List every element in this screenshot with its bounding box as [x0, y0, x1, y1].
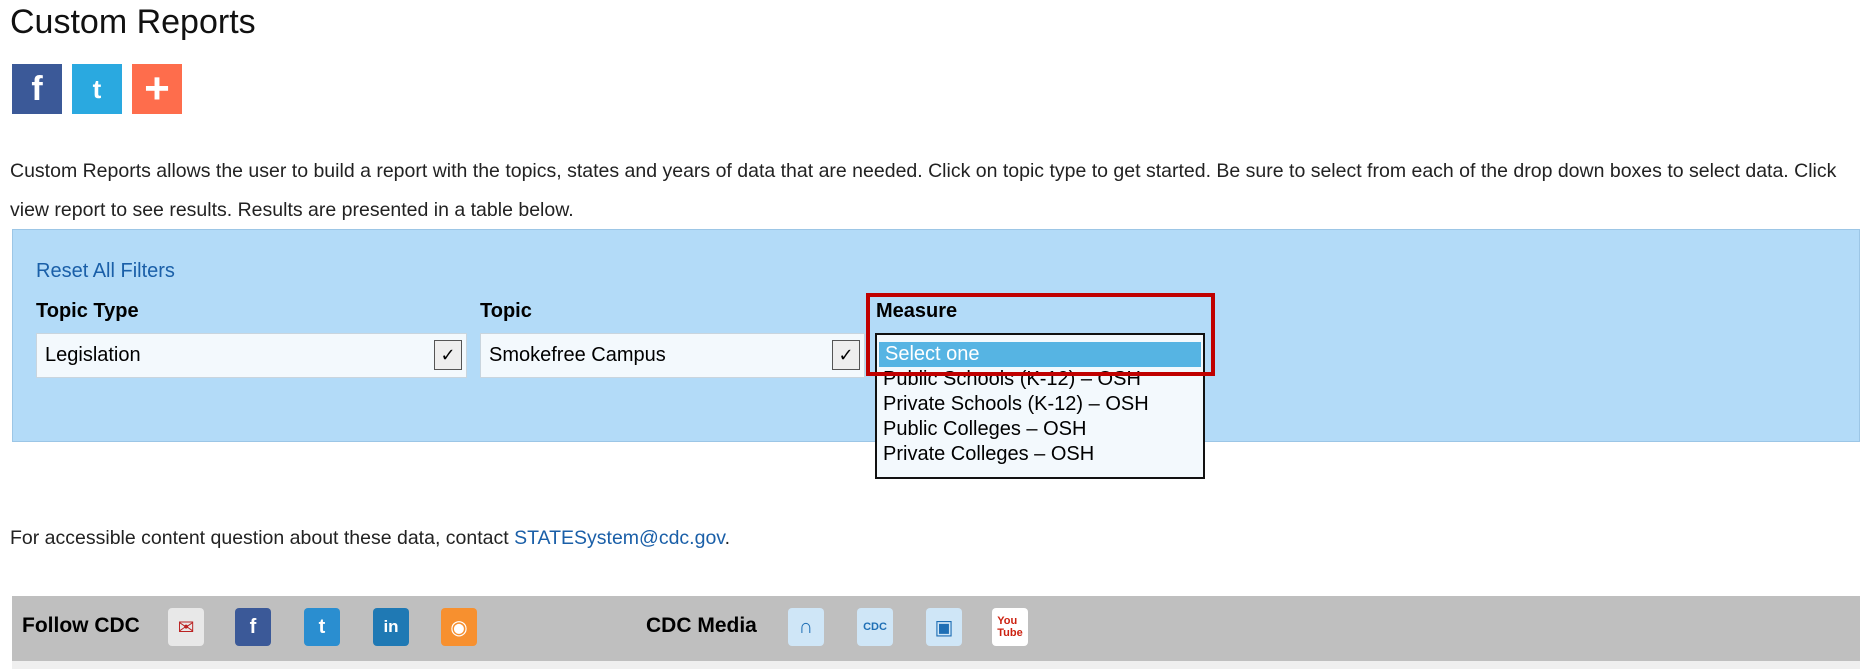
- twitter-icon: t: [92, 73, 102, 104]
- chevron-down-icon: ✓: [434, 340, 462, 370]
- measure-option[interactable]: Private Schools (K-12) – OSH: [877, 392, 1203, 417]
- footer-strip: [12, 661, 1860, 669]
- facebook-icon[interactable]: f: [235, 608, 271, 646]
- plus-icon: +: [144, 64, 170, 113]
- addthis-share-button[interactable]: +: [132, 64, 182, 114]
- page-title: Custom Reports: [10, 3, 256, 41]
- intro-text: Custom Reports allows the user to build …: [10, 160, 1837, 221]
- topic-type-value: Legislation: [45, 344, 141, 366]
- twitter-icon[interactable]: t: [304, 608, 340, 646]
- twitter-share-button[interactable]: t: [72, 64, 122, 114]
- chevron-down-icon: ✓: [832, 340, 860, 370]
- facebook-share-button[interactable]: f: [12, 64, 62, 114]
- youtube-icon[interactable]: You Tube: [992, 608, 1028, 646]
- contact-line: For accessible content question about th…: [10, 527, 730, 550]
- podcast-headphones-icon[interactable]: ∩: [788, 608, 824, 646]
- rss-icon[interactable]: ◉: [441, 608, 477, 646]
- topic-label: Topic: [480, 300, 532, 322]
- topic-value: Smokefree Campus: [489, 344, 666, 366]
- image-library-icon[interactable]: ▣: [926, 608, 962, 646]
- email-icon[interactable]: ✉: [168, 608, 204, 646]
- contact-email-link[interactable]: STATESystem@cdc.gov: [514, 527, 725, 549]
- reset-filters-link[interactable]: Reset All Filters: [36, 260, 175, 283]
- cdc-tv-icon[interactable]: CDC: [857, 608, 893, 646]
- footer-bar: Follow CDC ✉ f t in ◉ CDC Media ∩ CDC ▣ …: [12, 596, 1860, 661]
- topic-type-label: Topic Type: [36, 300, 139, 322]
- topic-select[interactable]: Smokefree Campus ✓: [480, 333, 865, 378]
- topic-type-select[interactable]: Legislation ✓: [36, 333, 467, 378]
- contact-end: .: [724, 527, 731, 549]
- measure-option[interactable]: Private Colleges – OSH: [877, 442, 1203, 467]
- facebook-icon: f: [31, 69, 43, 108]
- follow-cdc-label: Follow CDC: [22, 614, 140, 637]
- measure-option[interactable]: Public Colleges – OSH: [877, 417, 1203, 442]
- contact-text: For accessible content question about th…: [10, 527, 515, 549]
- highlight-box: [866, 293, 1215, 376]
- cdc-media-label: CDC Media: [646, 614, 757, 637]
- linkedin-icon[interactable]: in: [373, 608, 409, 646]
